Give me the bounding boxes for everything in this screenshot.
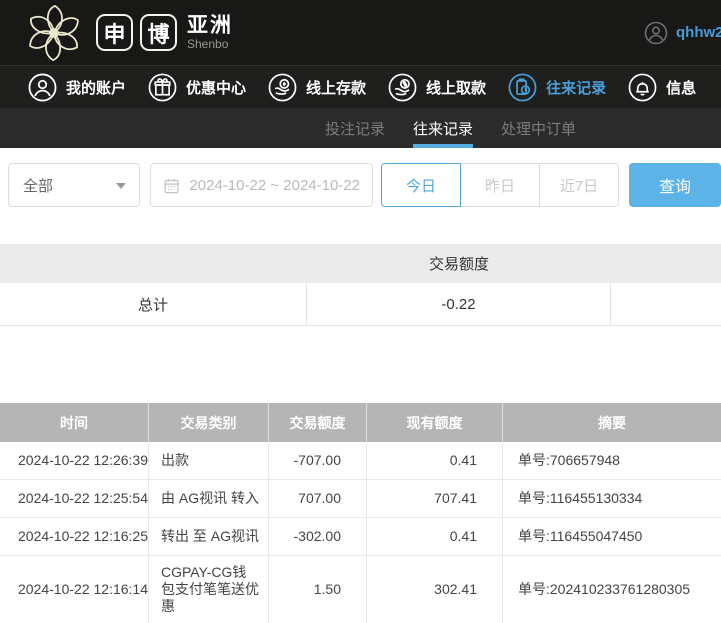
records-clipboard-icon: [508, 73, 537, 101]
table-row: 2024-10-22 12:25:54 由 AG视讯 转入 707.00 707…: [0, 480, 721, 518]
cell-type: 由 AG视讯 转入: [148, 480, 268, 517]
logo-brand-en: Shenbo: [187, 36, 229, 51]
filter-bar: 全部 2024-10-22 ~ 2024-10-22 今日 昨日 近7日 查询: [0, 148, 721, 208]
brand-logo: 申 博 亚洲 Shenbo: [26, 4, 233, 61]
nav-label: 优惠中心: [186, 79, 247, 97]
type-select[interactable]: 全部: [8, 163, 141, 207]
date-range-input[interactable]: 2024-10-22 ~ 2024-10-22: [150, 163, 373, 207]
nav-item-withdraw[interactable]: 线上取款: [388, 73, 486, 102]
chevron-down-icon: [116, 183, 127, 189]
cell-time: 2024-10-22 12:26:39: [18, 452, 148, 468]
nav-label: 线上存款: [306, 79, 367, 97]
table-row: 2024-10-22 12:16:14 CGPAY-CG钱包支付笔笔送优惠 1.…: [0, 556, 721, 623]
logo-char-shen: 申: [96, 14, 133, 51]
promo-gift-icon: [148, 73, 177, 101]
tab-transaction-records[interactable]: 往来记录: [413, 108, 474, 148]
cell-balance: 0.41: [366, 442, 502, 479]
username-text: qhhw2: [676, 24, 721, 41]
col-header-time: 时间: [60, 414, 88, 431]
today-button[interactable]: 今日: [381, 163, 461, 207]
table-row: 2024-10-22 12:16:25 转出 至 AG视讯 -302.00 0.…: [0, 518, 721, 556]
table-header-row: 时间 交易类别 交易额度 现有额度 摘要: [0, 403, 721, 442]
yesterday-button[interactable]: 昨日: [460, 163, 540, 207]
summary-total-row: 总计 -0.22: [0, 283, 721, 326]
nav-label: 信息: [666, 79, 697, 97]
col-header-amount: 交易额度: [268, 403, 366, 442]
cell-amount: -707.00: [268, 442, 366, 479]
top-header: 申 博 亚洲 Shenbo qhhw2: [0, 0, 721, 65]
cell-type: 出款: [148, 442, 268, 479]
date-range-value: 2024-10-22 ~ 2024-10-22: [189, 176, 360, 194]
cell-note: 单号:202410233761280305: [502, 556, 721, 623]
summary-empty-cell: [611, 283, 721, 325]
cell-amount: 707.00: [268, 480, 366, 517]
cell-type: CGPAY-CG钱包支付笔笔送优惠: [148, 556, 268, 623]
logo-char-bo: 博: [140, 14, 177, 51]
cell-amount: 1.50: [268, 556, 366, 623]
cell-time: 2024-10-22 12:16:14: [18, 581, 148, 597]
summary-table: 交易额度 总计 -0.22: [0, 244, 721, 326]
cell-time: 2024-10-22 12:25:54: [18, 490, 148, 506]
nav-item-transaction-records[interactable]: 往来记录: [508, 73, 606, 102]
nav-item-promotions[interactable]: 优惠中心: [148, 73, 246, 102]
withdraw-hand-icon: [388, 73, 417, 101]
summary-total-value: -0.22: [307, 283, 611, 325]
user-avatar-icon: [644, 21, 668, 44]
col-header-type: 交易类别: [148, 403, 268, 442]
col-header-note: 摘要: [502, 403, 721, 442]
table-row: 2024-10-22 12:26:39 出款 -707.00 0.41 单号:7…: [0, 442, 721, 480]
nav-label: 线上取款: [426, 79, 487, 97]
cell-note: 单号:706657948: [502, 442, 721, 479]
flower-logo-icon: [29, 4, 79, 61]
type-select-value: 全部: [23, 177, 54, 195]
cell-balance: 0.41: [366, 518, 502, 555]
cell-balance: 707.41: [366, 480, 502, 517]
main-nav: 我的账户 优惠中心 线上存款 线上取款 往来记录 信息: [0, 65, 721, 108]
summary-header-label: 交易额度: [428, 256, 489, 273]
logo-region-text: 亚洲: [187, 13, 233, 37]
quick-date-group: 今日 昨日 近7日: [381, 163, 619, 207]
cell-time: 2024-10-22 12:16:25: [18, 528, 148, 544]
summary-total-label: 总计: [0, 283, 307, 325]
calendar-icon: [164, 178, 179, 193]
records-table: 时间 交易类别 交易额度 现有额度 摘要 2024-10-22 12:26:39…: [0, 403, 721, 623]
cell-balance: 302.41: [366, 556, 502, 623]
sub-nav: 投注记录 往来记录 处理中订单: [0, 108, 721, 148]
query-button[interactable]: 查询: [629, 163, 721, 207]
nav-label: 我的账户: [66, 79, 127, 97]
cell-type: 转出 至 AG视讯: [148, 518, 268, 555]
nav-label: 往来记录: [546, 79, 607, 97]
last7days-button[interactable]: 近7日: [539, 163, 619, 207]
user-account-button[interactable]: qhhw2: [644, 0, 721, 65]
summary-header-row: 交易额度: [0, 244, 721, 283]
deposit-hand-icon: [268, 73, 297, 101]
account-icon: [28, 73, 57, 101]
cell-note: 单号:116455130334: [502, 480, 721, 517]
nav-item-deposit[interactable]: 线上存款: [268, 73, 366, 102]
nav-item-messages[interactable]: 信息: [628, 73, 696, 102]
col-header-balance: 现有额度: [366, 403, 502, 442]
cell-amount: -302.00: [268, 518, 366, 555]
tab-processing-orders[interactable]: 处理中订单: [501, 108, 576, 148]
nav-item-my-account[interactable]: 我的账户: [28, 73, 126, 102]
cell-note: 单号:116455047450: [502, 518, 721, 555]
tab-betting-records[interactable]: 投注记录: [325, 108, 385, 148]
bell-icon: [628, 73, 657, 101]
